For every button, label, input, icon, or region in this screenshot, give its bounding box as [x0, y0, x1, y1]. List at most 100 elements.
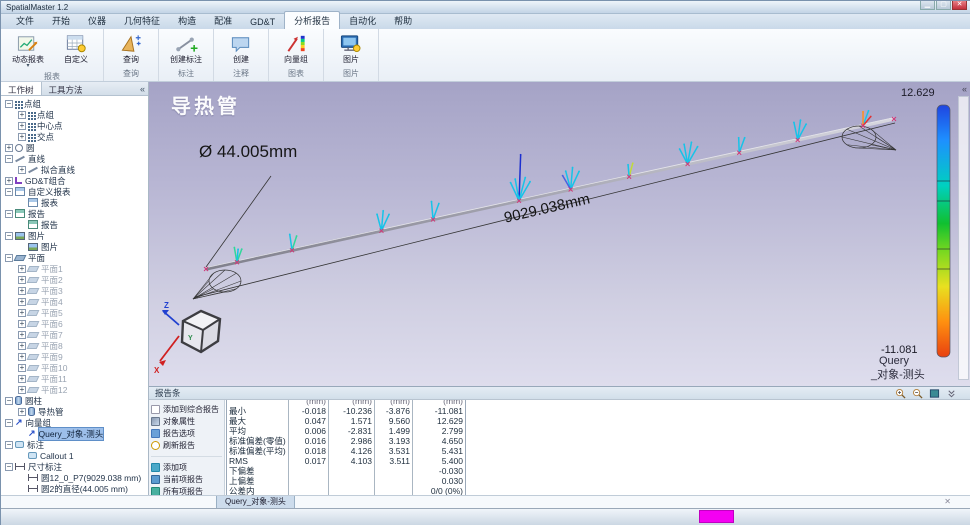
tree-expander-icon[interactable]: −	[5, 100, 13, 108]
tree-expander-icon[interactable]: +	[18, 166, 26, 174]
tree-expander-icon[interactable]: −	[5, 419, 13, 427]
tree-item-33[interactable]: −尺寸标注	[1, 461, 148, 472]
tree-item-26[interactable]: +平面12	[1, 384, 148, 395]
tree-item-25[interactable]: +平面11	[1, 373, 148, 384]
report-button-6[interactable]: 所有项报告	[151, 485, 222, 495]
tree-expander-icon[interactable]: −	[5, 463, 13, 471]
ribbon-button-5-0[interactable]: 图片	[331, 31, 371, 65]
tree-expander-icon[interactable]: +	[18, 133, 26, 141]
ribbon-button-0-1[interactable]: 自定义	[56, 31, 96, 65]
tree-item-6[interactable]: +拟合直线	[1, 164, 148, 175]
menu-item-7[interactable]: 分析报告	[284, 11, 340, 29]
tree-expander-icon[interactable]: +	[5, 177, 13, 185]
menu-item-0[interactable]: 文件	[7, 12, 43, 29]
tree-expander-icon[interactable]: −	[5, 210, 13, 218]
tree-expander-icon[interactable]: +	[18, 408, 26, 416]
view-cube[interactable]: Z X Y	[154, 301, 220, 375]
menu-item-2[interactable]: 仪器	[79, 12, 115, 29]
tree-item-7[interactable]: +GD&T组合	[1, 175, 148, 186]
taskbar-item-highlighted[interactable]	[699, 510, 734, 523]
tree-item-9[interactable]: 报表	[1, 197, 148, 208]
tree-expander-icon[interactable]: +	[18, 276, 26, 284]
tree-item-27[interactable]: −圆柱	[1, 395, 148, 406]
tree-item-10[interactable]: −报告	[1, 208, 148, 219]
viewport-collapse-icon[interactable]: «	[962, 84, 967, 94]
menu-item-5[interactable]: 配准	[205, 12, 241, 29]
tree-expander-icon[interactable]: +	[18, 287, 26, 295]
tree-item-3[interactable]: +交点	[1, 131, 148, 142]
collapse-panel-icon[interactable]	[946, 388, 957, 399]
tree-item-18[interactable]: +平面4	[1, 296, 148, 307]
tree-item-14[interactable]: −平面	[1, 252, 148, 263]
tree-item-2[interactable]: +中心点	[1, 120, 148, 131]
heat-pipe[interactable]	[206, 119, 894, 269]
tree-expander-icon[interactable]: −	[5, 254, 13, 262]
tree-expander-icon[interactable]: +	[18, 309, 26, 317]
sidebar-tab-0[interactable]: 工作树	[1, 82, 42, 95]
report-button-5[interactable]: 当前项报告	[151, 473, 222, 485]
tree-item-13[interactable]: 图片	[1, 241, 148, 252]
tree-item-15[interactable]: +平面1	[1, 263, 148, 274]
sidebar-collapse-icon[interactable]: «	[140, 84, 145, 94]
fit-view-icon[interactable]	[929, 388, 940, 399]
report-button-4[interactable]: 添加项	[151, 461, 222, 473]
tree-item-5[interactable]: −直线	[1, 153, 148, 164]
tree-expander-icon[interactable]: +	[18, 353, 26, 361]
tree-item-12[interactable]: −图片	[1, 230, 148, 241]
tree-expander-icon[interactable]: +	[18, 375, 26, 383]
tree-item-1[interactable]: +点组	[1, 109, 148, 120]
tree-expander-icon[interactable]: +	[18, 265, 26, 273]
menu-item-4[interactable]: 构造	[169, 12, 205, 29]
close-button[interactable]: ✕	[952, 1, 967, 10]
tree-item-28[interactable]: +导热管	[1, 406, 148, 417]
viewport-3d-scene[interactable]: Z X Y	[149, 82, 970, 386]
tree-expander-icon[interactable]: +	[18, 342, 26, 350]
tree-item-24[interactable]: +平面10	[1, 362, 148, 373]
ribbon-button-1-0[interactable]: 查询	[111, 31, 151, 65]
tree-item-23[interactable]: +平面9	[1, 351, 148, 362]
minimize-button[interactable]: ▁	[920, 1, 935, 10]
tree-expander-icon[interactable]: −	[5, 188, 13, 196]
tree-item-19[interactable]: +平面5	[1, 307, 148, 318]
tree-expander-icon[interactable]: −	[5, 441, 13, 449]
zoom-in-icon[interactable]	[895, 388, 906, 399]
ribbon-button-4-0[interactable]: 向量组	[276, 31, 316, 65]
tree-expander-icon[interactable]: +	[18, 320, 26, 328]
tree-item-35[interactable]: 圆2的直径(44.005 mm)	[1, 483, 148, 494]
tree-expander-icon[interactable]: −	[5, 232, 13, 240]
menu-item-3[interactable]: 几何特征	[115, 12, 169, 29]
maximize-button[interactable]: ▢	[936, 1, 951, 10]
tree-expander-icon[interactable]: +	[18, 331, 26, 339]
menu-item-9[interactable]: 帮助	[385, 12, 421, 29]
report-button-0[interactable]: 添加到综合报告	[151, 403, 222, 415]
tree-item-29[interactable]: −向量组	[1, 417, 148, 428]
tree-expander-icon[interactable]: +	[5, 144, 13, 152]
tree-expander-icon[interactable]: −	[5, 397, 13, 405]
tree-expander-icon[interactable]: +	[18, 122, 26, 130]
tree-item-31[interactable]: −标注	[1, 439, 148, 450]
tree-item-20[interactable]: +平面6	[1, 318, 148, 329]
tree-expander-icon[interactable]: +	[18, 386, 26, 394]
zoom-out-icon[interactable]	[912, 388, 923, 399]
menu-item-8[interactable]: 自动化	[340, 12, 385, 29]
tree-expander-icon[interactable]: −	[5, 155, 13, 163]
report-button-3[interactable]: 刷新报告	[151, 439, 222, 451]
ribbon-button-2-0[interactable]: 创建标注	[166, 31, 206, 65]
tree-item-8[interactable]: −自定义报表	[1, 186, 148, 197]
tree-item-34[interactable]: 圆12_0_P7(9029.038 mm)	[1, 472, 148, 483]
tree-expander-icon[interactable]: +	[18, 111, 26, 119]
tree-item-30[interactable]: Query_对象-测头	[1, 428, 148, 439]
report-button-2[interactable]: 报告选项	[151, 427, 222, 439]
tree-item-32[interactable]: Callout 1	[1, 450, 148, 461]
sidebar-tab-1[interactable]: 工具方法	[42, 82, 90, 95]
tree-expander-icon[interactable]: +	[18, 298, 26, 306]
tree-item-21[interactable]: +平面7	[1, 329, 148, 340]
tab-strip-close-icon[interactable]: ✕	[944, 497, 951, 506]
tree-item-11[interactable]: 报告	[1, 219, 148, 230]
tree-item-4[interactable]: +圆	[1, 142, 148, 153]
ribbon-button-0-0[interactable]: 动态报表▾	[8, 31, 48, 70]
tree-item-16[interactable]: +平面2	[1, 274, 148, 285]
tree-expander-icon[interactable]: +	[18, 364, 26, 372]
menu-item-6[interactable]: GD&T	[241, 15, 284, 29]
menu-item-1[interactable]: 开始	[43, 12, 79, 29]
